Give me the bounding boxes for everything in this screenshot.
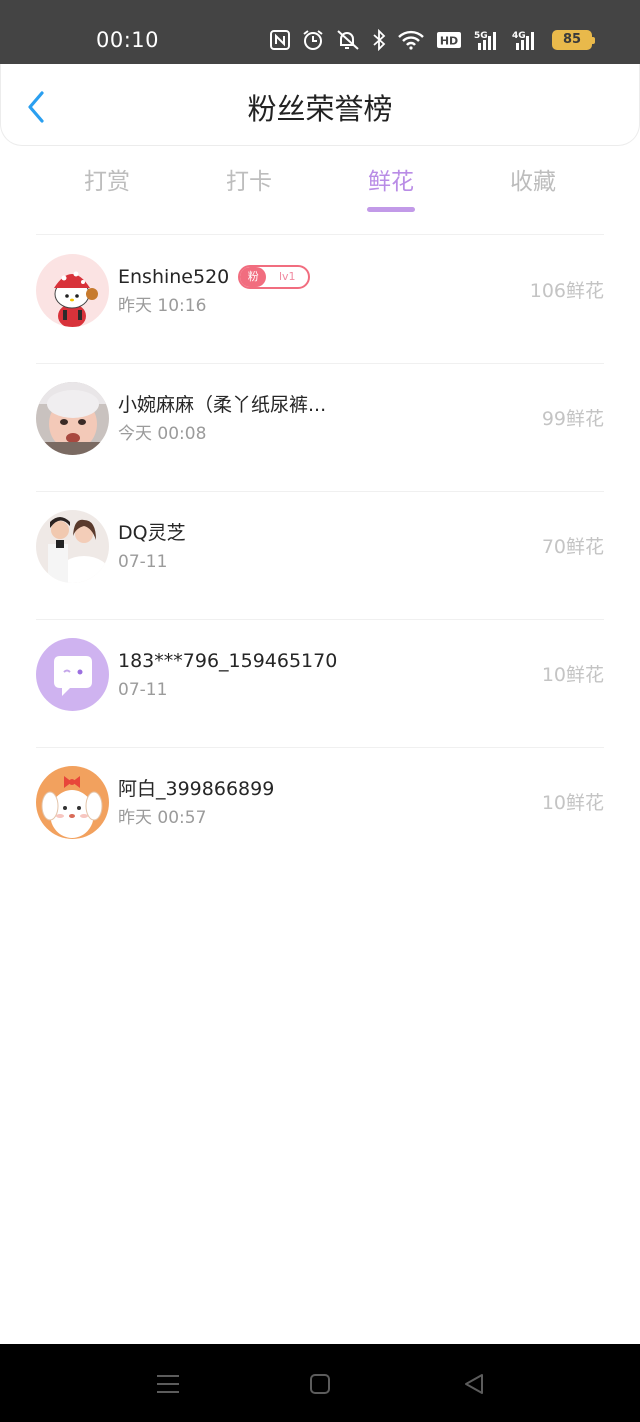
hello-kitty-avatar[interactable] — [36, 254, 109, 327]
fan-time: 昨天 10:16 — [118, 296, 207, 316]
fan-name: 阿白_399866899 — [118, 778, 275, 800]
tab-label: 鲜花 — [368, 169, 414, 195]
hd-icon: HD — [437, 32, 461, 48]
flower-count: 70鲜花 — [541, 536, 604, 558]
fan-name-line: 小婉麻麻（柔丫纸尿裤... — [118, 392, 326, 418]
system-nav-bar — [0, 1344, 640, 1422]
status-time: 00:10 — [96, 28, 160, 52]
fan-name-line: Enshine520 粉 lv1 — [118, 264, 311, 290]
cartoon-dog-avatar[interactable] — [36, 766, 109, 839]
home-icon — [310, 1374, 330, 1394]
list-item[interactable]: 小婉麻麻（柔丫纸尿裤... 今天 00:08 99鲜花 — [0, 363, 640, 492]
badge-level-label: lv1 — [278, 270, 296, 283]
fan-level-badge: 粉 lv1 — [238, 265, 311, 289]
nfc-icon — [270, 30, 290, 50]
fan-time: 07-11 — [118, 680, 168, 700]
wifi-icon — [398, 30, 424, 50]
wedding-photo-avatar[interactable] — [36, 510, 109, 583]
menu-icon — [157, 1375, 179, 1393]
svg-text:5G: 5G — [474, 31, 488, 41]
tab-label: 收藏 — [510, 169, 556, 195]
fan-time: 今天 00:08 — [118, 424, 207, 444]
home-button[interactable] — [306, 1370, 334, 1398]
status-bar: 00:10 HD 5G 4G 85 — [0, 0, 640, 64]
fan-time: 昨天 00:57 — [118, 808, 207, 828]
flower-count: 99鲜花 — [541, 408, 604, 430]
battery-icon: 85 — [552, 30, 595, 50]
badge-fan-label: 粉 — [240, 267, 267, 287]
fan-name-line: 183***796_159465170 — [118, 648, 337, 674]
tab-label: 打赏 — [84, 169, 130, 195]
divider — [36, 234, 604, 235]
tab-label: 打卡 — [226, 169, 272, 195]
fan-name-line: DQ灵芝 — [118, 520, 186, 546]
back-nav-button[interactable] — [460, 1370, 488, 1398]
signal-5g-icon: 5G — [474, 31, 496, 50]
fan-time: 07-11 — [118, 552, 168, 572]
flower-count: 10鲜花 — [541, 664, 604, 686]
fan-name: 小婉麻麻（柔丫纸尿裤... — [118, 394, 327, 416]
fan-name: 183***796_159465170 — [118, 650, 338, 672]
flower-count: 106鲜花 — [529, 280, 604, 302]
tab-dashang[interactable]: 打赏 — [36, 164, 178, 216]
tab-xianhua[interactable]: 鲜花 — [320, 164, 462, 216]
fan-list: Enshine520 粉 lv1 昨天 10:16 106鲜花 小婉麻麻（柔丫纸… — [0, 236, 640, 876]
fan-name: Enshine520 — [118, 266, 230, 288]
battery-level: 85 — [562, 32, 582, 47]
svg-text:4G: 4G — [512, 31, 526, 41]
fan-name: DQ灵芝 — [118, 522, 186, 544]
mute-icon — [337, 30, 359, 50]
page-title: 粉丝荣誉榜 — [247, 92, 393, 126]
list-item[interactable]: DQ灵芝 07-11 70鲜花 — [0, 491, 640, 620]
menu-button[interactable] — [154, 1370, 182, 1398]
svg-text:HD: HD — [440, 35, 458, 48]
list-item[interactable]: Enshine520 粉 lv1 昨天 10:16 106鲜花 — [0, 236, 640, 364]
bluetooth-icon — [373, 29, 386, 51]
signal-4g-icon: 4G — [512, 31, 534, 50]
alarm-icon — [303, 30, 323, 50]
flower-count: 10鲜花 — [541, 792, 604, 814]
header: 粉丝荣誉榜 — [0, 64, 640, 146]
active-tab-indicator — [367, 207, 415, 212]
list-item[interactable]: 阿白_399866899 昨天 00:57 10鲜花 — [0, 747, 640, 876]
chat-bubble-avatar[interactable] — [36, 638, 109, 711]
list-item[interactable]: 183***796_159465170 07-11 10鲜花 — [0, 619, 640, 748]
tab-bar: 打赏 打卡 鲜花 收藏 — [36, 164, 604, 216]
tab-daka[interactable]: 打卡 — [178, 164, 320, 216]
back-triangle-icon — [465, 1374, 483, 1394]
baby-photo-avatar[interactable] — [36, 382, 109, 455]
fan-name-line: 阿白_399866899 — [118, 776, 274, 802]
tab-shoucang[interactable]: 收藏 — [462, 164, 604, 216]
status-icons: HD 5G 4G 85 — [270, 28, 595, 52]
